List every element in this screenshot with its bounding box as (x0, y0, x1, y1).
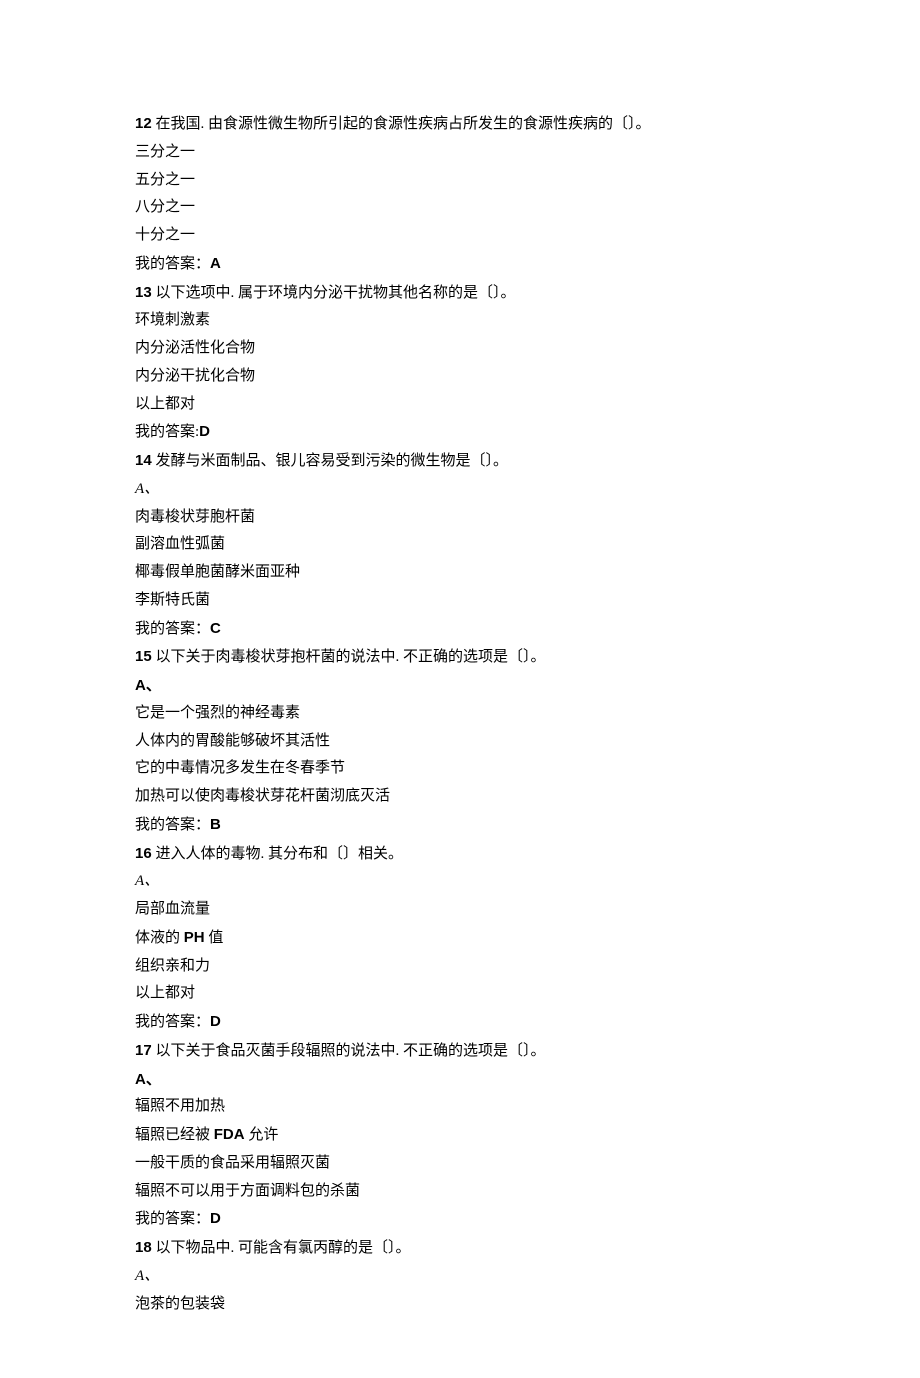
document-page: 12 在我国. 由食源性微生物所引起的食源性疾病占所发生的食源性疾病的〔〕。 三… (0, 0, 920, 1378)
q13-answer-label: 我的答案: (135, 424, 199, 440)
q12-option-c: 八分之一 (135, 194, 785, 222)
q12-answer: 我的答案：A (135, 250, 785, 279)
q15-stem-text: 以下关于肉毒梭状芽抱杆菌的说法中. 不正确的选项是〔〕。 (152, 649, 546, 665)
q17-answer-value: D (210, 1210, 221, 1227)
q12-stem: 12 在我国. 由食源性微生物所引起的食源性疾病占所发生的食源性疾病的〔〕。 (135, 110, 785, 139)
q16-option-c: 组织亲和力 (135, 953, 785, 981)
q16-answer: 我的答案：D (135, 1008, 785, 1037)
q17-option-c: 一般干质的食品采用辐照灭菌 (135, 1150, 785, 1178)
q15-answer-label: 我的答案： (135, 817, 210, 833)
q13-stem: 13 以下选项中. 属于环境内分泌干扰物其他名称的是〔〕。 (135, 279, 785, 308)
q13-option-c: 内分泌干扰化合物 (135, 363, 785, 391)
q18-option-a: 泡茶的包装袋 (135, 1291, 785, 1319)
q14-stem: 14 发酵与米面制品、银儿容易受到污染的微生物是〔〕。 (135, 447, 785, 476)
q14-answer-label: 我的答案： (135, 621, 210, 637)
q14-answer-value: C (210, 620, 221, 637)
q18-stem: 18 以下物品中. 可能含有氯丙醇的是〔〕。 (135, 1234, 785, 1263)
q17-option-b-fda: FDA (214, 1126, 245, 1143)
q16-option-b-post: 值 (205, 930, 224, 946)
q16-option-b-pre: 体液的 (135, 930, 184, 946)
q14-sub: A、 (135, 476, 785, 504)
q17-option-d: 辐照不可以用于方面调料包的杀菌 (135, 1178, 785, 1206)
q13-number: 13 (135, 284, 152, 301)
q13-option-a: 环境刺激素 (135, 307, 785, 335)
q15-option-b: 人体内的胃酸能够破坏其活性 (135, 728, 785, 756)
q18-number: 18 (135, 1239, 152, 1256)
q17-option-b-pre: 辐照已经被 (135, 1127, 214, 1143)
q14-answer: 我的答案：C (135, 615, 785, 644)
q17-option-a: 辐照不用加热 (135, 1093, 785, 1121)
q17-stem: 17 以下关于食品灭菌手段辐照的说法中. 不正确的选项是〔〕。 (135, 1037, 785, 1066)
q16-sub: A、 (135, 868, 785, 896)
q17-answer-label: 我的答案： (135, 1211, 210, 1227)
q17-option-b-post: 允许 (245, 1127, 279, 1143)
q16-stem: 16 进入人体的毒物. 其分布和〔〕相关。 (135, 840, 785, 869)
q13-answer: 我的答案:D (135, 418, 785, 447)
q16-number: 16 (135, 845, 152, 862)
q15-sub: A、 (135, 672, 785, 700)
q16-stem-text: 进入人体的毒物. 其分布和〔〕相关。 (152, 846, 403, 862)
q12-number: 12 (135, 115, 152, 132)
q14-option-b: 副溶血性弧菌 (135, 531, 785, 559)
q16-option-a: 局部血流量 (135, 896, 785, 924)
q16-option-b: 体液的 PH 值 (135, 924, 785, 953)
q17-number: 17 (135, 1042, 152, 1059)
q12-option-d: 十分之一 (135, 222, 785, 250)
q14-option-c: 椰毒假单胞菌酵米面亚种 (135, 559, 785, 587)
q12-option-a: 三分之一 (135, 139, 785, 167)
q17-sub: A、 (135, 1066, 785, 1094)
q16-option-d: 以上都对 (135, 980, 785, 1008)
q15-answer-value: B (210, 816, 221, 833)
q16-option-b-ph: PH (184, 929, 205, 946)
q17-option-b: 辐照已经被 FDA 允许 (135, 1121, 785, 1150)
q13-option-d: 以上都对 (135, 391, 785, 419)
q12-answer-value: A (210, 255, 221, 272)
q17-answer: 我的答案：D (135, 1205, 785, 1234)
q14-option-d: 李斯特氏菌 (135, 587, 785, 615)
q12-option-b: 五分之一 (135, 167, 785, 195)
q13-stem-text: 以下选项中. 属于环境内分泌干扰物其他名称的是〔〕。 (152, 285, 516, 301)
q14-option-a: 肉毒梭状芽胞杆菌 (135, 504, 785, 532)
q12-answer-label: 我的答案： (135, 256, 210, 272)
q15-option-c: 它的中毒情况多发生在冬春季节 (135, 755, 785, 783)
q16-answer-value: D (210, 1013, 221, 1030)
q15-stem: 15 以下关于肉毒梭状芽抱杆菌的说法中. 不正确的选项是〔〕。 (135, 643, 785, 672)
q18-sub: A、 (135, 1263, 785, 1291)
q13-option-b: 内分泌活性化合物 (135, 335, 785, 363)
q15-number: 15 (135, 648, 152, 665)
q12-stem-text: 在我国. 由食源性微生物所引起的食源性疾病占所发生的食源性疾病的〔〕。 (152, 116, 651, 132)
q14-number: 14 (135, 452, 152, 469)
q14-stem-text: 发酵与米面制品、银儿容易受到污染的微生物是〔〕。 (152, 453, 508, 469)
q15-option-a: 它是一个强烈的神经毒素 (135, 700, 785, 728)
q18-stem-text: 以下物品中. 可能含有氯丙醇的是〔〕。 (152, 1240, 411, 1256)
q15-answer: 我的答案：B (135, 811, 785, 840)
q16-answer-label: 我的答案： (135, 1014, 210, 1030)
q17-stem-text: 以下关于食品灭菌手段辐照的说法中. 不正确的选项是〔〕。 (152, 1043, 546, 1059)
q15-option-d: 加热可以使肉毒梭状芽花杆菌沏底灭活 (135, 783, 785, 811)
q13-answer-value: D (199, 423, 210, 440)
